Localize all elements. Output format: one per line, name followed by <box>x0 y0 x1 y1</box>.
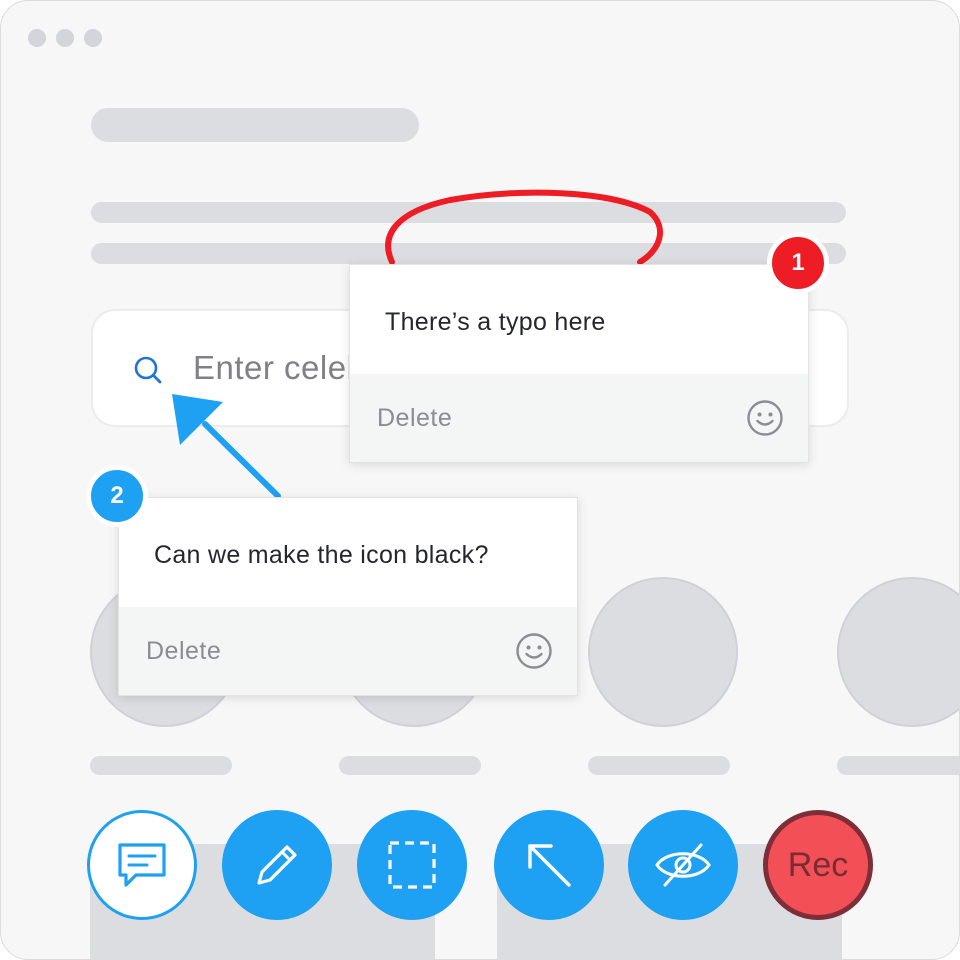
delete-button[interactable]: Delete <box>377 404 452 433</box>
caption-placeholder-bar <box>588 756 730 775</box>
search-icon <box>134 356 162 384</box>
comment-footer: Delete <box>119 607 577 695</box>
comment-card-1: There’s a typo here Delete <box>349 264 809 463</box>
emoji-icon[interactable] <box>746 399 784 437</box>
window-dot <box>28 29 46 47</box>
arrow-tool-button[interactable] <box>494 810 604 920</box>
title-placeholder-bar <box>91 108 419 142</box>
comment-badge-2[interactable]: 2 <box>86 465 148 527</box>
pencil-icon <box>257 845 297 885</box>
text-placeholder-bar <box>91 202 846 223</box>
pencil-tool-button[interactable] <box>222 810 332 920</box>
caption-placeholder-bar <box>339 756 481 775</box>
avatar-placeholder <box>588 577 738 727</box>
text-placeholder-bar <box>91 243 846 264</box>
arrow-up-left-icon <box>528 844 571 887</box>
avatar-placeholder <box>837 577 959 727</box>
comment-icon <box>118 843 166 887</box>
eye-off-icon <box>655 843 711 887</box>
hide-tool-button[interactable] <box>628 810 738 920</box>
window-dot <box>56 29 74 47</box>
dashed-square-icon <box>388 841 436 889</box>
search-input[interactable]: Enter celebrity name <box>193 349 353 387</box>
record-button[interactable]: Rec <box>763 810 873 920</box>
comment-text: Can we make the icon black? <box>154 541 489 569</box>
caption-placeholder-bar <box>837 756 959 775</box>
caption-placeholder-bar <box>90 756 232 775</box>
comment-tool-button[interactable] <box>87 810 197 920</box>
window-dot <box>84 29 102 47</box>
comment-footer: Delete <box>350 374 808 462</box>
comment-card-2: Can we make the icon black? Delete <box>118 497 578 696</box>
comment-text: There’s a typo here <box>385 308 606 336</box>
delete-button[interactable]: Delete <box>146 637 221 666</box>
comment-badge-1[interactable]: 1 <box>767 232 829 294</box>
select-area-tool-button[interactable] <box>357 810 467 920</box>
emoji-icon[interactable] <box>515 632 553 670</box>
